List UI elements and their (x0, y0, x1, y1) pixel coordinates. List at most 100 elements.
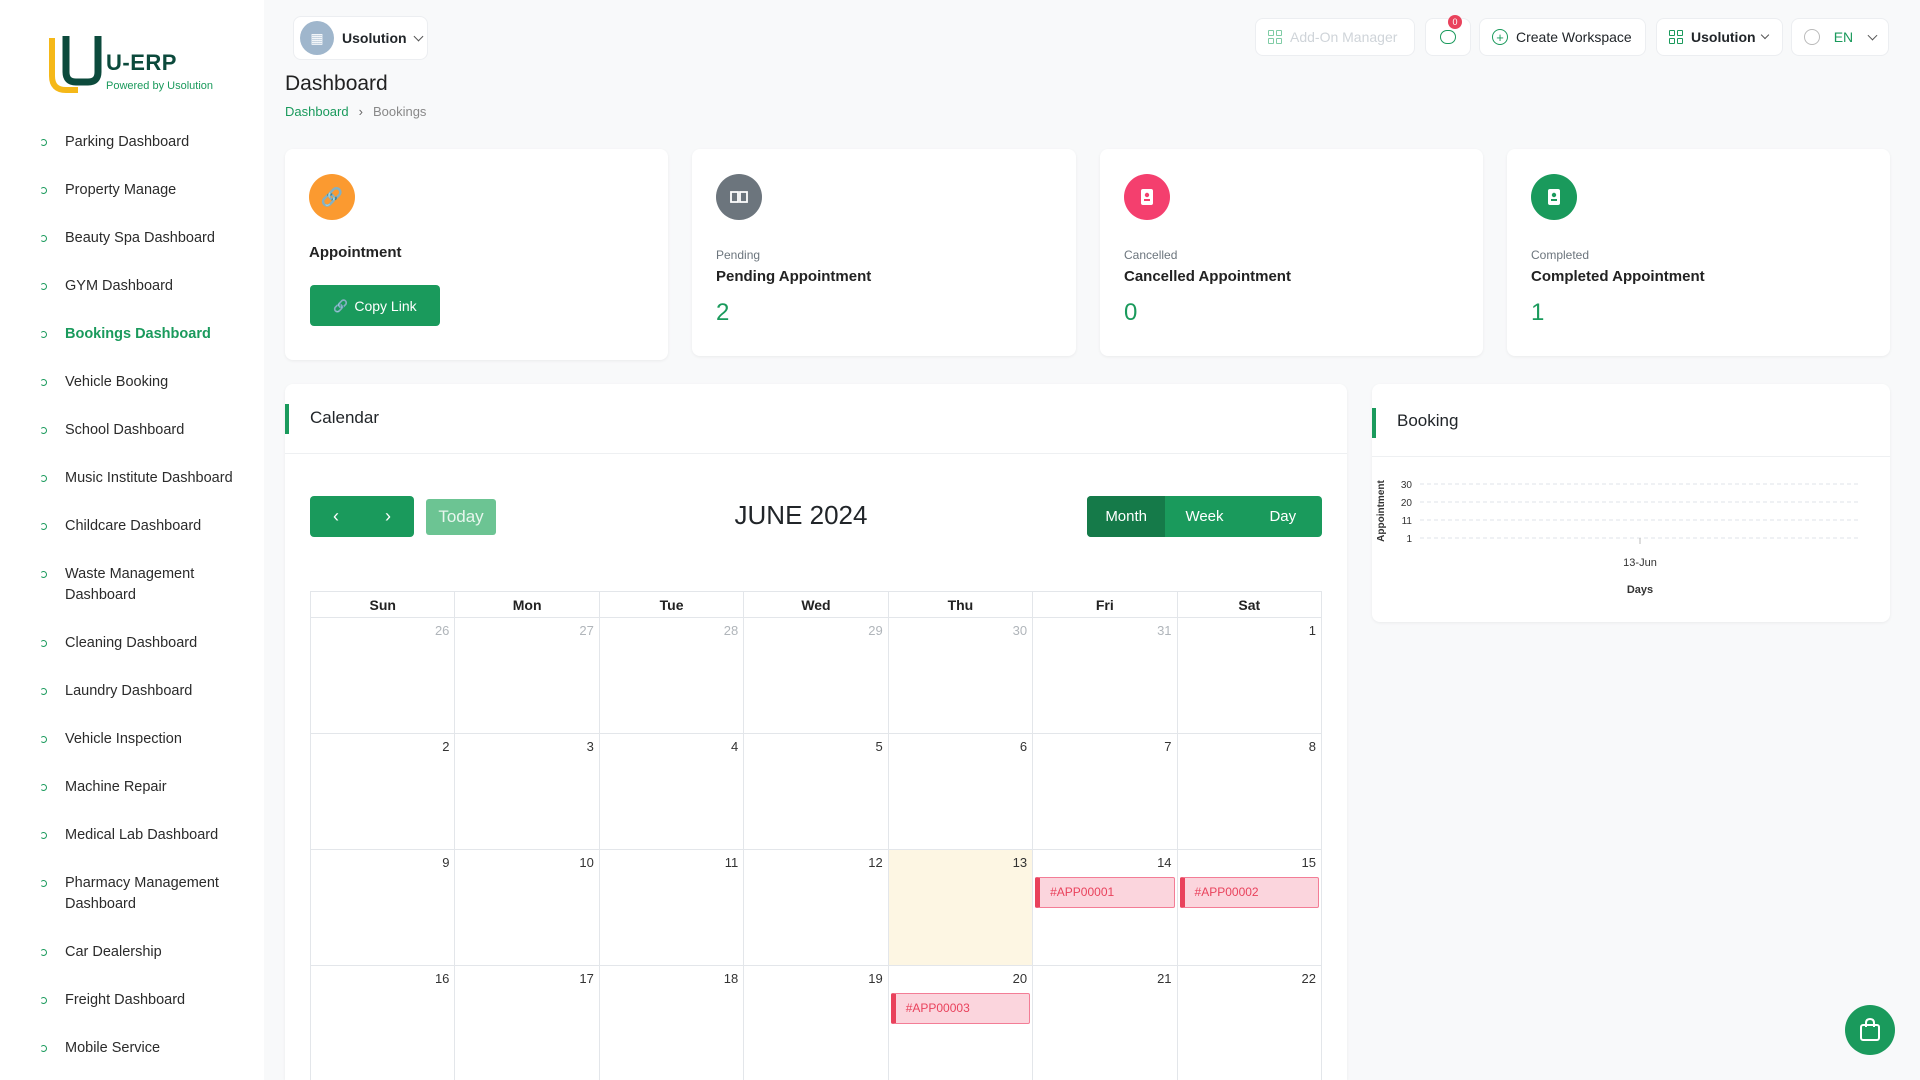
calendar-day-cell[interactable]: 16 (309, 965, 456, 1080)
day-number: 11 (724, 855, 739, 870)
sidebar-item[interactable]: Music Institute Dashboard (0, 468, 264, 489)
grid-icon (1669, 30, 1683, 44)
pending-value: 2 (716, 299, 730, 326)
day-number: 28 (723, 623, 739, 638)
chevron-down-icon (413, 31, 423, 41)
user-workspace-label: Usolution (1691, 29, 1756, 45)
page-title: Dashboard (285, 72, 388, 95)
shopping-bag-icon (1860, 1018, 1880, 1041)
sidebar-item-label: Waste Management Dashboard (65, 566, 195, 603)
calendar-day-cell[interactable]: 7 (1032, 733, 1178, 850)
calendar-day-cell[interactable]: 22 (1176, 965, 1323, 1080)
calendar-day-cell[interactable]: 11 (598, 849, 745, 966)
view-week-button[interactable]: Week (1165, 496, 1243, 537)
calendar-week-row: 9 10 11 12 13 14 #APP00001 15 #APP00002 (309, 849, 1323, 966)
calendar-day-cell[interactable]: 8 (1176, 733, 1323, 850)
sidebar-item[interactable]: Pharmacy Management Dashboard (0, 873, 264, 915)
calendar-event[interactable]: #APP00001 (1035, 877, 1175, 908)
sidebar-item-label: Childcare Dashboard (65, 518, 202, 534)
calendar-day-cell[interactable]: 31 (1032, 617, 1178, 734)
workspace-select[interactable]: ▦ Usolution (293, 16, 428, 60)
sidebar-item[interactable]: Laundry Dashboard (0, 681, 264, 702)
sidebar-item[interactable]: Medical Lab Dashboard (0, 825, 264, 846)
calendar-day-cell[interactable]: 6 (887, 733, 1034, 850)
bullet-icon (40, 379, 47, 386)
cart-button[interactable] (1845, 1005, 1895, 1055)
bullet-icon (40, 736, 47, 743)
copy-link-button[interactable]: 🔗 Copy Link (310, 285, 440, 326)
calendar-day-cell[interactable]: 30 (887, 617, 1034, 734)
calendar-day-cell[interactable]: 28 (598, 617, 745, 734)
sidebar-item[interactable]: Mobile Service (0, 1038, 264, 1059)
sidebar-item[interactable]: Car Dealership (0, 942, 264, 963)
sidebar-item[interactable]: Childcare Dashboard (0, 516, 264, 537)
calendar-day-cell[interactable]: 17 (454, 965, 600, 1080)
bullet-icon (40, 523, 47, 530)
day-number: 8 (1308, 739, 1316, 754)
calendar-day-cell[interactable]: 4 (598, 733, 745, 850)
day-number: 15 (1301, 855, 1316, 870)
calendar-day-cell[interactable]: 10 (454, 849, 600, 966)
calendar-day-cell[interactable]: 14 #APP00001 (1032, 849, 1178, 966)
sidebar-item[interactable]: GYM Dashboard (0, 276, 264, 297)
calendar-day-cell[interactable]: 27 (454, 617, 600, 734)
calendar-day-cell[interactable]: 19 (743, 965, 889, 1080)
breadcrumb-home-link[interactable]: Dashboard (285, 104, 349, 119)
sidebar-item[interactable]: Cleaning Dashboard (0, 633, 264, 654)
section-accent (285, 404, 289, 434)
calendar-day-cell[interactable]: 1 (1176, 617, 1323, 734)
day-number: 29 (868, 623, 883, 638)
calendar-day-cell[interactable]: 15 #APP00002 (1176, 849, 1323, 966)
calendar-day-cell[interactable]: 3 (454, 733, 600, 850)
user-workspace-dropdown[interactable]: Usolution (1656, 18, 1783, 56)
calendar-day-cell[interactable]: 21 (1032, 965, 1178, 1080)
bullet-icon (40, 997, 47, 1004)
day-number: 6 (1019, 739, 1028, 754)
day-number: 14 (1157, 855, 1172, 870)
calendar-day-cell[interactable]: 26 (309, 617, 456, 734)
calendar-day-cell[interactable]: 12 (743, 849, 889, 966)
sidebar-nav: Parking Dashboard Property Manage Beauty S… (0, 132, 264, 1080)
sidebar-item[interactable]: School Dashboard (0, 420, 264, 441)
weekday-header: Tue (598, 591, 745, 618)
weekday-header: Fri (1032, 591, 1178, 618)
view-month-button[interactable]: Month (1087, 496, 1166, 537)
calendar-week-row: 26 27 28 29 30 31 1 (309, 617, 1323, 734)
sidebar-item[interactable]: Machine Repair (0, 777, 264, 798)
cancelled-value: 0 (1124, 299, 1138, 326)
day-number: 31 (1157, 623, 1172, 638)
calendar-day-cell[interactable]: 29 (743, 617, 889, 734)
sidebar-item[interactable]: Beauty Spa Dashboard (0, 228, 264, 249)
sidebar-item[interactable]: Parking Dashboard (0, 132, 264, 153)
calendar-day-cell[interactable]: 2 (309, 733, 456, 850)
calendar-event[interactable]: #APP00003 (890, 993, 1031, 1024)
sidebar-item[interactable]: Vehicle Inspection (0, 729, 264, 750)
weekday-header-row: Sun Mon Tue Wed Thu Fri Sat (309, 591, 1323, 618)
calendar-header: Calendar (285, 384, 1347, 454)
brand-logo[interactable]: U-ERP Powered by Usolution (48, 32, 238, 98)
chevron-right-icon: › (358, 104, 363, 119)
sidebar-item[interactable]: Waste Management Dashboard (0, 564, 264, 606)
sidebar-item[interactable]: Bookings Dashboard (0, 324, 264, 345)
addon-manager-button[interactable]: Add-On Manager (1255, 18, 1415, 56)
calendar-event[interactable]: #APP00002 (1179, 877, 1319, 908)
bullet-icon (40, 640, 47, 647)
chat-button[interactable]: 0 (1425, 15, 1471, 56)
day-number: 19 (868, 971, 883, 986)
brand-name: U-ERP (106, 50, 177, 75)
language-select[interactable]: EN (1791, 18, 1889, 56)
copy-link-label: Copy Link (354, 297, 417, 314)
sidebar-item[interactable]: Vehicle Booking (0, 372, 264, 393)
view-day-button[interactable]: Day (1244, 496, 1322, 537)
calendar-day-cell[interactable]: 13 (887, 849, 1034, 966)
bullet-icon (40, 331, 47, 338)
weekday-header: Wed (743, 591, 889, 618)
calendar-day-cell[interactable]: 20 #APP00003 (887, 965, 1034, 1080)
calendar-day-cell[interactable]: 5 (743, 733, 889, 850)
sidebar-item[interactable]: Property Manage (0, 180, 264, 201)
calendar-day-cell[interactable]: 18 (598, 965, 745, 1080)
calendar-day-cell[interactable]: 9 (309, 849, 456, 966)
plus-circle-icon: + (1492, 29, 1508, 45)
sidebar-item[interactable]: Freight Dashboard (0, 990, 264, 1011)
create-workspace-button[interactable]: + Create Workspace (1479, 18, 1646, 56)
